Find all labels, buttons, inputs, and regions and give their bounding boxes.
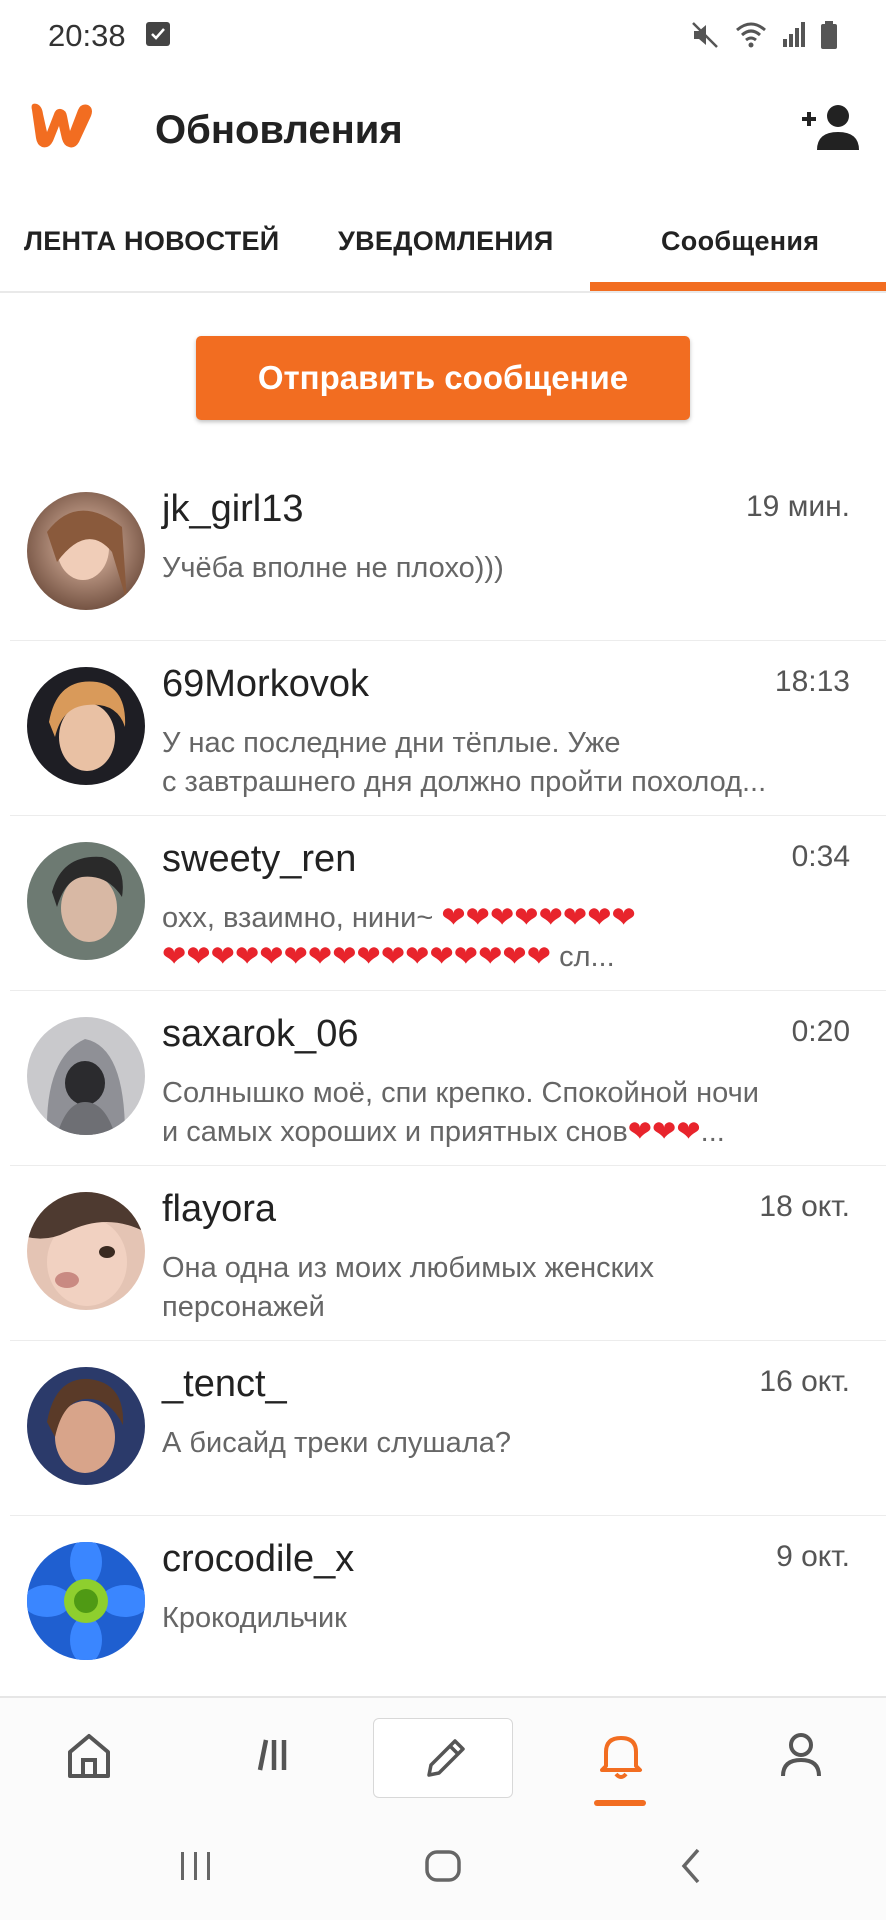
- wifi-icon: [734, 20, 768, 55]
- conversation-time: 0:34: [791, 840, 850, 873]
- avatar[interactable]: [27, 667, 145, 785]
- tab-bar: ЛЕНТА НОВОСТЕЙ УВЕДОМЛЕНИЯ Сообщения: [0, 208, 886, 293]
- status-time: 20:38: [48, 18, 126, 53]
- conversation-item[interactable]: saxarok_06 0:20 Солнышко моё, спи крепко…: [0, 991, 886, 1166]
- conversation-name: saxarok_06: [162, 1013, 359, 1055]
- conversation-time: 0:20: [791, 1015, 850, 1048]
- conversation-item[interactable]: jk_girl13 19 мин. Учёба вполне не плохо)…: [0, 466, 886, 641]
- conversation-name: flayora: [162, 1188, 277, 1230]
- conversation-item[interactable]: 69Morkovok 18:13 У нас последние дни тёп…: [0, 641, 886, 816]
- send-message-button[interactable]: Отправить сообщение: [196, 336, 690, 420]
- mute-icon: [690, 20, 720, 55]
- conversation-item[interactable]: _tenct_ 16 окт. А бисайд треки слушала?: [0, 1341, 886, 1516]
- conversation-preview: А бисайд треки слушала?: [162, 1427, 511, 1459]
- profile-icon[interactable]: [774, 1728, 828, 1787]
- conversation-preview: Учёба вполне не плохо))): [162, 552, 504, 584]
- home-icon[interactable]: [62, 1728, 116, 1787]
- system-navigation: [0, 1816, 886, 1920]
- conversation-preview: охх, взаимно, нини~ ❤❤❤❤❤❤❤❤ ❤❤❤❤❤❤❤❤❤❤❤…: [162, 902, 636, 973]
- tab-news-feed[interactable]: ЛЕНТА НОВОСТЕЙ: [24, 226, 280, 257]
- conversation-name: sweety_ren: [162, 838, 357, 880]
- conversation-item[interactable]: flayora 18 окт. Она одна из моих любимых…: [0, 1166, 886, 1341]
- conversation-time: 19 мин.: [746, 490, 850, 523]
- avatar[interactable]: [27, 1017, 145, 1135]
- recent-apps-icon[interactable]: [178, 1846, 214, 1891]
- conversation-time: 16 окт.: [759, 1365, 850, 1398]
- app-bar: Обновления: [0, 72, 886, 182]
- conversation-time: 9 окт.: [776, 1540, 850, 1573]
- write-icon[interactable]: [373, 1718, 513, 1798]
- check-notification-icon: [146, 22, 170, 46]
- tab-messages[interactable]: Сообщения: [661, 226, 819, 257]
- status-icons: [690, 20, 838, 55]
- avatar[interactable]: [27, 492, 145, 610]
- active-nav-indicator: [594, 1800, 646, 1806]
- avatar[interactable]: [27, 1192, 145, 1310]
- bottom-navigation: [0, 1696, 886, 1816]
- conversation-time: 18 окт.: [759, 1190, 850, 1223]
- avatar[interactable]: [27, 1542, 145, 1660]
- wattpad-logo[interactable]: [26, 100, 96, 157]
- signal-icon: [782, 21, 806, 54]
- conversation-name: _tenct_: [162, 1363, 287, 1405]
- conversation-time: 18:13: [774, 665, 850, 698]
- library-icon[interactable]: [246, 1728, 300, 1787]
- conversation-name: jk_girl13: [162, 488, 304, 530]
- conversation-preview: Солнышко моё, спи крепко. Спокойной ночи…: [162, 1077, 759, 1148]
- avatar[interactable]: [27, 842, 145, 960]
- status-bar: 20:38: [0, 0, 886, 72]
- add-user-icon[interactable]: [800, 102, 860, 157]
- avatar[interactable]: [27, 1367, 145, 1485]
- battery-icon: [820, 20, 838, 55]
- conversation-preview: Крокодильчик: [162, 1602, 347, 1634]
- active-tab-indicator: [590, 282, 886, 291]
- conversation-name: 69Morkovok: [162, 663, 369, 705]
- conversation-name: crocodile_x: [162, 1538, 355, 1580]
- notifications-icon[interactable]: [594, 1728, 648, 1787]
- tab-notifications[interactable]: УВЕДОМЛЕНИЯ: [338, 226, 554, 257]
- page-title: Обновления: [155, 108, 403, 152]
- conversation-item[interactable]: crocodile_x 9 окт. Крокодильчик: [0, 1516, 886, 1691]
- conversation-preview: У нас последние дни тёплые. Уже с завтра…: [162, 727, 767, 798]
- back-icon[interactable]: [676, 1846, 706, 1891]
- conversation-item[interactable]: sweety_ren 0:34 охх, взаимно, нини~ ❤❤❤❤…: [0, 816, 886, 991]
- home-system-icon[interactable]: [423, 1846, 463, 1891]
- conversation-preview: Она одна из моих любимых женских персона…: [162, 1252, 654, 1323]
